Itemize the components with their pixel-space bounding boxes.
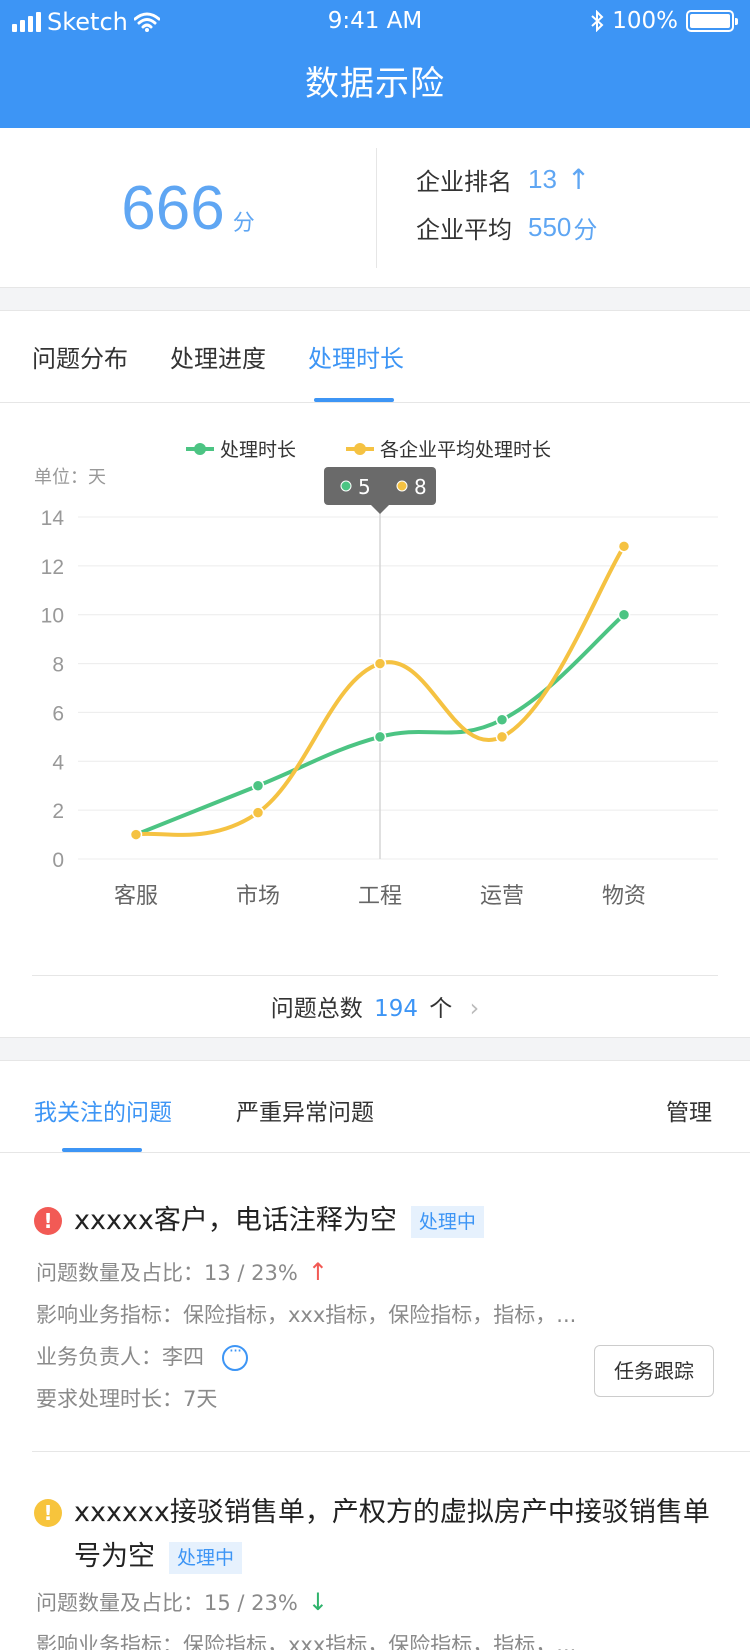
total-value: 194	[374, 996, 418, 1022]
total-label: 问题总数	[270, 996, 363, 1022]
score-unit: 分	[232, 211, 255, 236]
x-tick-label: 市场	[236, 884, 280, 909]
x-tick-label: 物资	[602, 884, 646, 909]
average-value: 550	[528, 212, 572, 242]
chart-tabs: 问题分布 处理进度 处理时长	[0, 311, 750, 403]
page-title: 数据示险	[0, 44, 750, 128]
tooltip-value: 8	[414, 475, 427, 499]
tooltip-value: 5	[358, 475, 371, 499]
track-task-button[interactable]: 任务跟踪	[594, 1345, 714, 1397]
arrow-down-icon: ↓	[307, 1588, 328, 1616]
manage-button[interactable]: 管理	[666, 1093, 712, 1127]
arrow-up-icon: ↑	[566, 163, 591, 196]
score-block: 666 分	[0, 128, 376, 288]
y-tick-label: 8	[52, 654, 64, 677]
battery-percent: 100%	[612, 8, 678, 34]
tooltip-marker	[340, 480, 352, 492]
status-right: 100%	[590, 8, 738, 34]
issue-count: 问题数量及占比：13 / 23% ↑	[36, 1257, 328, 1287]
issue-count-text: 问题数量及占比：13 / 23%	[36, 1261, 298, 1285]
bluetooth-icon	[591, 10, 604, 32]
tab-duration[interactable]: 处理时长	[308, 339, 404, 374]
warning-icon: !	[34, 1499, 62, 1527]
active-tab-indicator	[62, 1148, 142, 1152]
y-tick-label: 10	[41, 605, 64, 628]
issue-tabs: 我关注的问题 严重异常问题 管理	[0, 1061, 750, 1153]
battery-icon	[686, 10, 738, 32]
error-icon: !	[34, 1207, 62, 1235]
arrow-up-icon: ↑	[307, 1258, 328, 1286]
y-tick-label: 12	[41, 556, 64, 579]
divider	[376, 148, 377, 268]
tab-distribution[interactable]: 问题分布	[32, 339, 128, 374]
issue-count-text: 问题数量及占比：15 / 23%	[36, 1591, 298, 1615]
chart-card: 问题分布 处理进度 处理时长 0 2 4 6 8 10 12 14 单位：天 处理时长 各企业平均处…	[0, 310, 750, 1038]
y-tick-label: 14	[41, 507, 65, 530]
legend-marker	[194, 443, 206, 455]
total-issues-row[interactable]: 问题总数 194 个 ›	[32, 975, 718, 1039]
line-chart: 0 2 4 6 8 10 12 14 单位：天 处理时长 各企业平均处理时长客服 市场 工程 运营 物资 5 8	[34, 439, 718, 909]
y-tick-label: 4	[52, 751, 64, 774]
data-point	[495, 713, 509, 727]
legend-label: 处理时长	[220, 439, 296, 461]
status-bar: Sketch 9:41 AM 100%	[0, 0, 750, 44]
issue-title: xxxxxx接驳销售单，产权方的虚拟房产中接驳销售单号为空 处理中	[74, 1491, 724, 1579]
chevron-right-icon: ›	[469, 994, 480, 1022]
status-badge: 处理中	[169, 1541, 243, 1574]
issue-count: 问题数量及占比：15 / 23% ↓	[36, 1587, 328, 1617]
data-point	[129, 828, 143, 841]
y-tick-label: 0	[52, 849, 64, 872]
unit-label: 单位：天	[34, 467, 106, 488]
x-tick-label: 工程	[358, 884, 402, 909]
legend-label: 各企业平均处理时长	[380, 439, 551, 461]
issue-title: xxxxx客户，电话注释为空 处理中	[74, 1199, 724, 1243]
x-tick-label: 运营	[480, 884, 524, 909]
x-tick-label: 客服	[114, 884, 158, 909]
issue-title-text: xxxxx客户，电话注释为空	[74, 1205, 397, 1236]
data-point	[617, 540, 631, 553]
rank-label: 企业排名	[416, 168, 512, 196]
tooltip-marker	[396, 480, 408, 492]
data-point	[617, 608, 631, 621]
y-tick-label: 2	[52, 800, 64, 823]
issues-card: 我关注的问题 严重异常问题 管理 ! xxxxx客户，电话注释为空 处理中 问题数…	[0, 1060, 750, 1650]
tab-progress[interactable]: 处理进度	[170, 339, 266, 374]
tooltip-pointer	[371, 505, 389, 514]
active-tab-indicator	[314, 398, 394, 402]
tab-my-issues[interactable]: 我关注的问题	[34, 1093, 172, 1127]
average-unit: 分	[573, 216, 598, 244]
data-point	[373, 730, 387, 744]
average-label: 企业平均	[416, 216, 512, 244]
status-badge: 处理中	[410, 1205, 484, 1238]
chat-icon[interactable]	[222, 1341, 248, 1371]
score-card: 666 分 企业排名 13 ↑ 企业平均 550 分	[0, 128, 750, 288]
issue-owner-text: 业务负责人：李四	[36, 1345, 204, 1369]
issue-duration: 要求处理时长：7天	[36, 1387, 218, 1411]
issue-impact: 影响业务指标：保险指标，xxx指标，保险指标，指标，...	[36, 1303, 577, 1327]
issue-owner: 业务负责人：李四	[36, 1341, 248, 1371]
data-point	[373, 657, 387, 670]
rank-row: 企业排名 13 ↑	[416, 162, 590, 197]
tab-severe-issues[interactable]: 严重异常问题	[236, 1093, 374, 1127]
data-point	[251, 779, 265, 792]
data-point	[495, 730, 509, 744]
y-tick-label: 6	[52, 702, 64, 725]
total-unit: 个	[429, 996, 453, 1022]
legend-marker	[354, 443, 366, 455]
data-point	[251, 806, 265, 819]
average-row: 企业平均 550 分	[416, 210, 597, 245]
score-value: 666	[121, 173, 225, 243]
divider	[32, 1451, 750, 1452]
rank-value: 13	[528, 164, 557, 194]
issue-impact: 影响业务指标：保险指标，xxx指标，保险指标，指标，...	[36, 1633, 577, 1650]
